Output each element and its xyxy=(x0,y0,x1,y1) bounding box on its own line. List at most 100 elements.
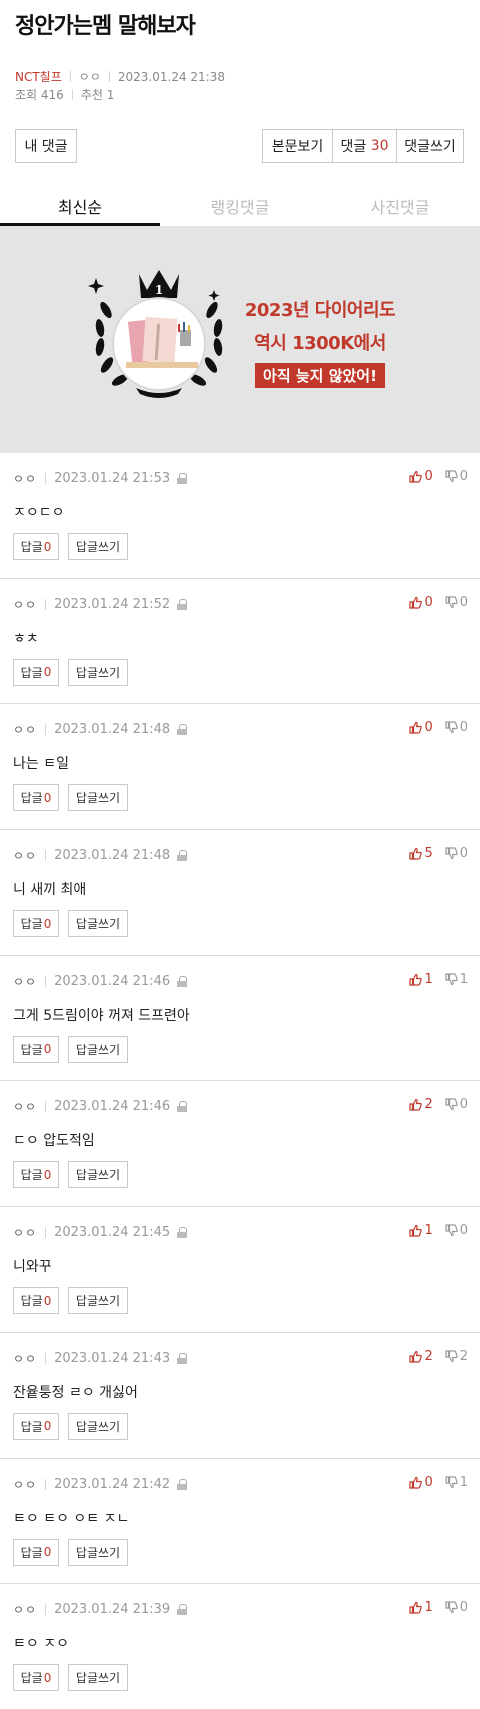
comment-actions: 답글 0 답글쓰기 xyxy=(13,1664,128,1692)
comment-votes: 1 1 xyxy=(409,972,468,987)
comment-date: 2023.01.24 21:48 xyxy=(54,848,171,864)
ad-banner[interactable]: 1 2023년 다이어리도 역시 1300K에서 아직 늦지 않았어! xyxy=(0,226,480,453)
write-reply-button[interactable]: 답글쓰기 xyxy=(68,658,128,686)
comment-actions: 답글 0 답글쓰기 xyxy=(13,1161,128,1189)
downvote-button[interactable]: 1 xyxy=(445,972,468,987)
post-title: 정안가는멤 말해보자 xyxy=(15,14,196,39)
reply-count: 0 xyxy=(43,916,52,931)
tab-photo[interactable]: 사진댓글 xyxy=(320,188,480,226)
comment-date: 2023.01.24 21:48 xyxy=(54,722,171,738)
thumbs-down-icon xyxy=(445,470,458,483)
reply-button[interactable]: 답글 0 xyxy=(13,533,59,560)
comment-author: ㅇㅇ xyxy=(13,1477,38,1492)
comment-header: ㅇㅇ 2023.01.24 21:42 xyxy=(13,1476,188,1493)
upvote-count: 2 xyxy=(424,1348,433,1364)
downvote-button[interactable]: 2 xyxy=(445,1349,468,1364)
upvote-button[interactable]: 1 xyxy=(409,972,433,987)
comment-item: ㅇㅇ 2023.01.24 21:45 1 0 니와꾸 답글 0 답글쓰기 xyxy=(0,1207,480,1333)
comment-item: ㅇㅇ 2023.01.24 21:39 1 0 ㅌㅇ ㅈㅇ 답글 0 답글쓰기 xyxy=(0,1584,480,1709)
post-category[interactable]: NCT칠프 xyxy=(15,68,62,85)
upvote-button[interactable]: 0 xyxy=(409,469,433,484)
comment-votes: 0 0 xyxy=(409,720,468,735)
downvote-button[interactable]: 0 xyxy=(445,1097,468,1112)
write-comment-button[interactable]: 댓글쓰기 xyxy=(396,130,463,162)
write-reply-button[interactable]: 답글쓰기 xyxy=(68,1664,128,1692)
downvote-button[interactable]: 0 xyxy=(445,846,468,861)
write-reply-button[interactable]: 답글쓰기 xyxy=(68,1035,128,1063)
write-reply-button[interactable]: 답글쓰기 xyxy=(68,1161,128,1189)
laurel-crown-badge-icon: 1 xyxy=(88,270,223,398)
upvote-button[interactable]: 0 xyxy=(409,1475,433,1490)
banner-line2: 역시 1300K에서 xyxy=(254,333,386,354)
comment-date: 2023.01.24 21:45 xyxy=(54,1225,171,1241)
reply-label: 답글 xyxy=(20,1419,43,1434)
reply-count: 0 xyxy=(43,665,52,680)
upvote-button[interactable]: 5 xyxy=(409,846,433,861)
comment-date: 2023.01.24 21:39 xyxy=(54,1602,171,1618)
write-reply-button[interactable]: 답글쓰기 xyxy=(68,910,128,938)
reply-button[interactable]: 답글 0 xyxy=(13,910,59,938)
tab-latest[interactable]: 최신순 xyxy=(0,188,160,226)
comment-date: 2023.01.24 21:46 xyxy=(54,1099,171,1115)
thumbs-up-icon xyxy=(409,596,423,609)
upvote-button[interactable]: 2 xyxy=(409,1348,433,1364)
downvote-button[interactable]: 0 xyxy=(445,720,468,735)
thumbs-down-icon xyxy=(445,596,458,608)
my-comments-button[interactable]: 내 댓글 xyxy=(15,129,77,163)
reply-button[interactable]: 답글 0 xyxy=(13,1161,59,1189)
reply-button[interactable]: 답글 0 xyxy=(13,1287,59,1315)
upvote-count: 1 xyxy=(424,1223,433,1239)
write-reply-button[interactable]: 답글쓰기 xyxy=(68,1412,128,1440)
thumbs-down-icon xyxy=(445,1475,458,1488)
comment-text: 니 새끼 최애 xyxy=(13,882,87,899)
reply-label: 답글 xyxy=(20,665,43,680)
reply-label: 답글 xyxy=(20,1168,43,1183)
reply-button[interactable]: 답글 0 xyxy=(13,784,59,812)
view-body-button[interactable]: 본문보기 xyxy=(263,130,332,162)
downvote-button[interactable]: 0 xyxy=(445,469,468,484)
lock-icon xyxy=(177,1478,188,1490)
upvote-button[interactable]: 2 xyxy=(409,1097,433,1112)
write-reply-button[interactable]: 답글쓰기 xyxy=(68,1538,128,1566)
tab-ranking[interactable]: 랭킹댓글 xyxy=(160,188,320,226)
reply-button[interactable]: 답글 0 xyxy=(13,658,59,686)
reply-label: 답글 xyxy=(20,791,43,806)
lock-icon xyxy=(177,473,188,484)
comments-count: 30 xyxy=(370,138,389,154)
upvote-button[interactable]: 1 xyxy=(409,1600,433,1615)
comment-text: 니와꾸 xyxy=(13,1259,52,1276)
upvote-button[interactable]: 0 xyxy=(409,720,433,735)
reply-button[interactable]: 답글 0 xyxy=(13,1035,59,1063)
reply-count: 0 xyxy=(43,1419,52,1434)
rank-number: 1 xyxy=(155,283,163,297)
downvote-button[interactable]: 1 xyxy=(445,1475,468,1490)
downvote-button[interactable]: 0 xyxy=(445,1600,468,1615)
write-reply-button[interactable]: 답글쓰기 xyxy=(68,1287,128,1315)
write-reply-button[interactable]: 답글쓰기 xyxy=(68,784,128,812)
reply-button[interactable]: 답글 0 xyxy=(13,1538,59,1566)
downvote-count: 1 xyxy=(459,1474,468,1490)
banner-text: 2023년 다이어리도 역시 1300K에서 아직 늦지 않았어! xyxy=(240,296,400,388)
comment-header: ㅇㅇ 2023.01.24 21:45 xyxy=(13,1224,188,1241)
comment-actions: 답글 0 답글쓰기 xyxy=(13,784,128,812)
upvote-button[interactable]: 1 xyxy=(409,1223,433,1239)
downvote-count: 0 xyxy=(459,1223,468,1239)
reply-label: 답글 xyxy=(20,1671,43,1686)
comment-text: 잔윹퉁정 ㄹㅇ 개싫어 xyxy=(13,1384,138,1401)
thumbs-down-icon xyxy=(445,1224,458,1237)
reply-button[interactable]: 답글 0 xyxy=(13,1664,59,1692)
comment-item: ㅇㅇ 2023.01.24 21:42 0 1 ㅌㅇ ㅌㅇ ㅇㅌ ㅈㄴ 답글 0 … xyxy=(0,1459,480,1585)
comment-text: ㅌㅇ ㅌㅇ ㅇㅌ ㅈㄴ xyxy=(13,1510,130,1527)
comment-text: 그게 5드림이야 꺼져 드프련아 xyxy=(13,1007,190,1024)
comment-author: ㅇㅇ xyxy=(13,849,38,864)
reply-count: 0 xyxy=(43,1042,52,1057)
comment-sort-tabs: 최신순 랭킹댓글 사진댓글 xyxy=(0,188,480,226)
upvote-button[interactable]: 0 xyxy=(409,595,433,610)
downvote-button[interactable]: 0 xyxy=(445,595,468,610)
comments-count-button[interactable]: 댓글 30 xyxy=(332,130,396,162)
write-reply-button[interactable]: 답글쓰기 xyxy=(68,533,128,560)
lock-icon xyxy=(177,1227,188,1239)
reply-button[interactable]: 답글 0 xyxy=(13,1412,59,1440)
downvote-button[interactable]: 0 xyxy=(445,1223,468,1238)
comment-author: ㅇㅇ xyxy=(13,1351,38,1366)
